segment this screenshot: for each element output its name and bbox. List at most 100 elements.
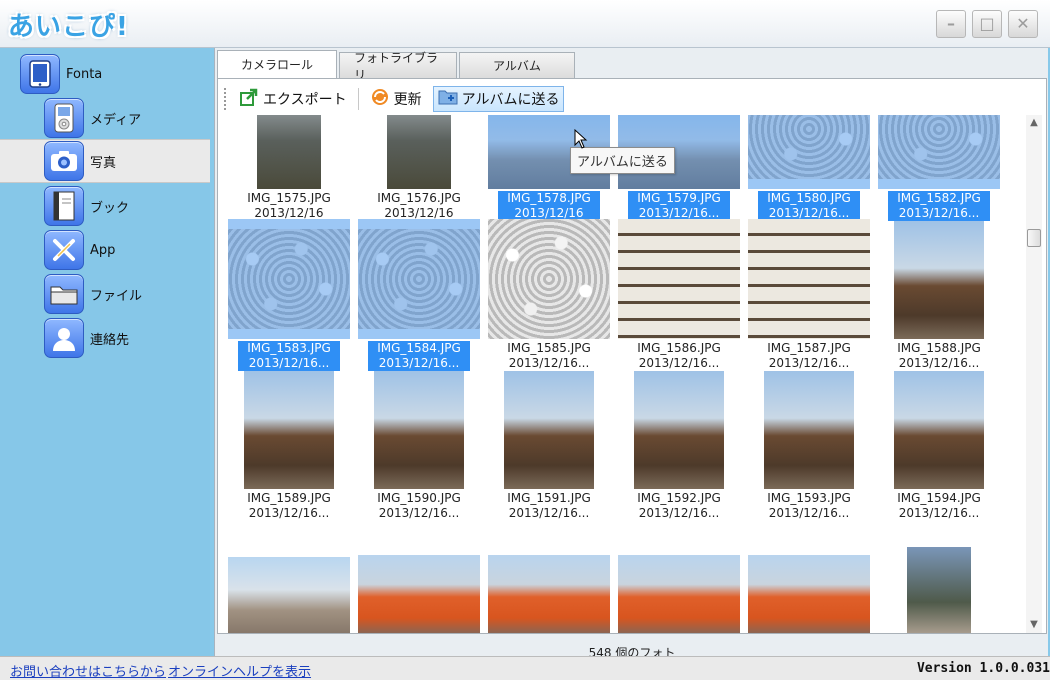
export-icon (239, 87, 259, 111)
photo-filename: IMG_1594.JPG (897, 491, 981, 505)
photo-image (387, 115, 451, 189)
photo-caption: IMG_1579.JPG 2013/12/16... (618, 191, 740, 221)
export-button[interactable]: エクスポート (234, 86, 352, 112)
send-to-album-button[interactable]: アルバムに送る (432, 86, 565, 112)
vertical-scrollbar[interactable]: ▲ ▼ (1026, 115, 1042, 633)
sidebar: Fonta メディア 写真 ブック App ファイル 連絡先 (0, 48, 210, 656)
photo-caption: IMG_1591.JPG 2013/12/16... (488, 491, 610, 521)
photo-image (618, 219, 740, 339)
photo-item[interactable]: IMG_1592.JPG 2013/12/16... (618, 369, 740, 521)
scroll-up-arrow-icon[interactable]: ▲ (1026, 115, 1042, 131)
photo-item[interactable] (748, 519, 870, 633)
photo-filename: IMG_1588.JPG (897, 341, 981, 355)
photo-filename: IMG_1593.JPG (767, 491, 851, 505)
photo-thumbnail (228, 115, 350, 189)
online-help-link[interactable]: オンラインヘルプを表示 (168, 661, 311, 680)
photo-caption: IMG_1592.JPG 2013/12/16... (618, 491, 740, 521)
sidebar-device-fonta[interactable]: Fonta (0, 52, 210, 96)
photo-thumbnail (618, 369, 740, 489)
sidebar-item-photos[interactable]: 写真 (0, 139, 210, 183)
photo-item[interactable] (358, 519, 480, 633)
toolbar-grip[interactable] (224, 88, 228, 110)
photo-thumbnail (358, 115, 480, 189)
photo-filename: IMG_1583.JPG (238, 341, 340, 356)
photo-item[interactable]: IMG_1594.JPG 2013/12/16... (878, 369, 1000, 520)
scroll-down-arrow-icon[interactable]: ▼ (1026, 617, 1042, 633)
photo-item[interactable]: IMG_1576.JPG 2013/12/16 (358, 115, 480, 221)
refresh-button[interactable]: 更新 (365, 86, 427, 112)
photo-filename: IMG_1584.JPG (368, 341, 470, 356)
photo-thumbnail (748, 115, 870, 189)
photo-caption: IMG_1585.JPG 2013/12/16... (488, 341, 610, 371)
photo-image (358, 555, 480, 633)
photo-item[interactable]: IMG_1588.JPG 2013/12/16... (878, 219, 1000, 370)
photo-item[interactable]: IMG_1589.JPG 2013/12/16... (228, 369, 350, 521)
photo-item[interactable]: IMG_1583.JPG 2013/12/16... (228, 219, 350, 371)
photo-item[interactable] (618, 519, 740, 633)
photo-filename: IMG_1575.JPG (247, 191, 331, 205)
photo-thumbnail (878, 519, 1000, 633)
photo-item[interactable]: IMG_1587.JPG 2013/12/16... (748, 219, 870, 371)
sidebar-item-label: ブック (90, 200, 130, 216)
photo-image (228, 557, 350, 633)
photo-caption: IMG_1575.JPG 2013/12/16 (228, 191, 350, 221)
tab-album[interactable]: アルバム (459, 52, 575, 78)
photo-item[interactable]: IMG_1584.JPG 2013/12/16... (358, 219, 480, 371)
photo-thumbnail (618, 519, 740, 633)
photo-image (878, 115, 1000, 179)
photo-caption: IMG_1576.JPG 2013/12/16 (358, 191, 480, 221)
photo-filename: IMG_1579.JPG (628, 191, 730, 206)
photo-item[interactable]: IMG_1585.JPG 2013/12/16... (488, 219, 610, 371)
contact-link[interactable]: お問い合わせはこちらから (10, 661, 166, 680)
sidebar-item-label: メディア (90, 112, 142, 128)
photo-item[interactable]: IMG_1590.JPG 2013/12/16... (358, 369, 480, 520)
photo-image (228, 229, 350, 329)
photo-item[interactable]: IMG_1580.JPG 2013/12/16... (748, 115, 870, 221)
photo-image (894, 221, 984, 339)
minimize-icon: – (947, 14, 955, 33)
logo-text: あいこぴ! (8, 11, 129, 42)
app-store-icon (44, 230, 84, 270)
maximize-button[interactable]: □ (972, 10, 1002, 38)
photo-item[interactable]: IMG_1586.JPG 2013/12/16... (618, 219, 740, 371)
export-label: エクスポート (263, 92, 347, 108)
photo-caption: IMG_1587.JPG 2013/12/16... (748, 341, 870, 371)
sidebar-item-book[interactable]: ブック (0, 184, 210, 228)
tab-camera-roll[interactable]: カメラロール (217, 50, 337, 78)
photo-filename: IMG_1585.JPG (507, 341, 591, 355)
version-label: Version 1.0.0.031 (916, 661, 1050, 676)
photo-thumbnail (358, 369, 480, 489)
maximize-icon: □ (979, 14, 995, 33)
photo-thumbnail (488, 369, 610, 489)
footer-bar: お問い合わせはこちらから オンラインヘルプを表示 Version 1.0.0.0… (0, 656, 1050, 680)
sidebar-item-contacts[interactable]: 連絡先 (0, 316, 210, 360)
photo-item[interactable] (878, 519, 1000, 633)
sidebar-item-label: 連絡先 (90, 332, 130, 348)
photo-item[interactable]: IMG_1591.JPG 2013/12/16... (488, 369, 610, 521)
sidebar-item-files[interactable]: ファイル (0, 272, 210, 316)
tab-photo-library[interactable]: フォトライブラリ (339, 51, 457, 82)
sidebar-item-media[interactable]: メディア (0, 96, 210, 140)
photo-filename: IMG_1582.JPG (888, 191, 990, 206)
photo-thumbnail (228, 369, 350, 489)
photo-item[interactable] (228, 519, 350, 633)
scroll-thumb[interactable] (1027, 229, 1041, 247)
photo-thumbnail (748, 219, 870, 339)
photo-caption: IMG_1589.JPG 2013/12/16... (228, 491, 350, 521)
sidebar-item-app[interactable]: App (0, 228, 210, 272)
photo-thumbnail (228, 219, 350, 339)
photo-item[interactable] (488, 519, 610, 633)
photo-filename: IMG_1578.JPG (498, 191, 600, 206)
sidebar-item-label: 写真 (90, 155, 117, 171)
photo-grid: IMG_1575.JPG 2013/12/16 IMG_1576.JPG 2013/1… (228, 115, 1023, 633)
photo-item[interactable]: IMG_1582.JPG 2013/12/16... (878, 115, 1000, 221)
ipod-icon (44, 98, 84, 138)
photo-filename: IMG_1592.JPG (637, 491, 721, 505)
photo-item[interactable]: IMG_1593.JPG 2013/12/16... (748, 369, 870, 520)
minimize-button[interactable]: – (936, 10, 966, 38)
photo-item[interactable]: IMG_1575.JPG 2013/12/16 (228, 115, 350, 221)
photo-caption: IMG_1586.JPG 2013/12/16... (618, 341, 740, 371)
toolbar-separator (357, 88, 359, 110)
photo-caption: IMG_1584.JPG 2013/12/16... (358, 341, 480, 371)
close-button[interactable]: ✕ (1008, 10, 1038, 38)
